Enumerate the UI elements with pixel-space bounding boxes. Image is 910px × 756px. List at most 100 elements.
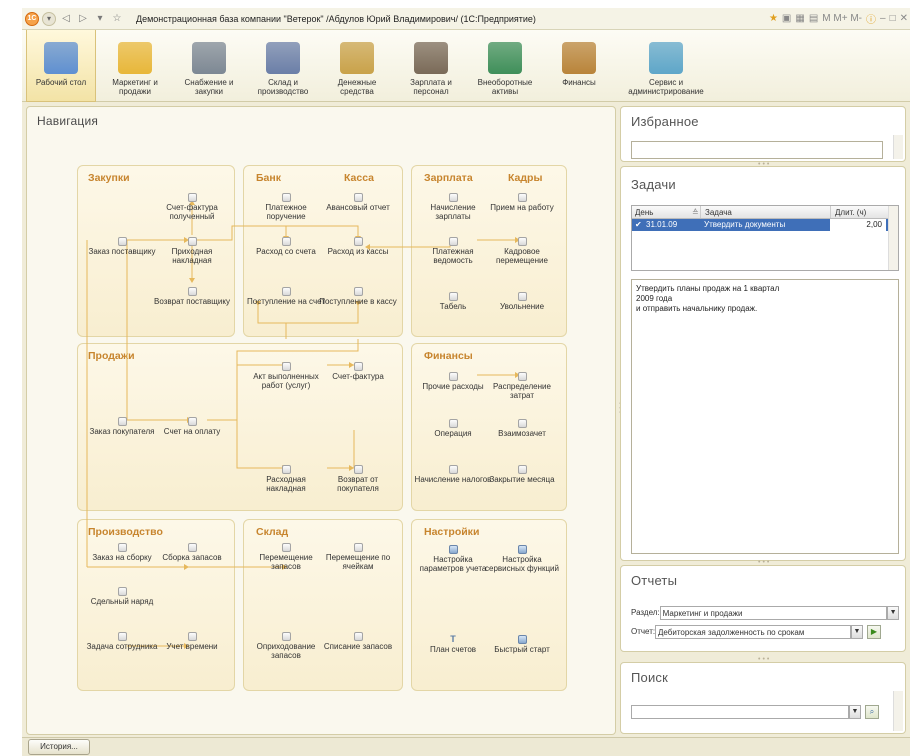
document-icon [448,419,458,428]
column-header-task[interactable]: Задача [700,206,830,218]
nav-item-month-close[interactable]: Закрытие месяца [482,465,562,485]
memory-buttons[interactable]: M M+ M- [822,13,862,24]
search-scrollbar[interactable] [893,691,903,731]
nav-item-other-expenses[interactable]: Прочие расходы [413,372,493,392]
nav-item-service-settings[interactable]: Настройка сервисных функций [482,545,562,573]
nav-item-piecework-order[interactable]: Сдельный наряд [82,587,162,607]
nav-item-bank-expense[interactable]: Расход со счета [246,237,326,257]
section-money[interactable]: Денежные средства [322,30,392,102]
run-report-icon[interactable]: ▶ [867,625,881,639]
chevron-down-icon[interactable]: ▾ [93,12,107,26]
nav-item-payment-order[interactable]: Платежное поручение [246,193,326,221]
search-icon[interactable]: ⌕ [865,705,879,719]
app-logo-icon[interactable]: 1С [25,11,39,26]
calendar-icon[interactable]: ▤ [809,13,818,24]
nav-item-transfer[interactable]: Кадровое перемещение [482,237,562,265]
section-service[interactable]: Сервис и администрирование [618,30,714,102]
title-bar-controls: ★ ▣ ▦ ▤ M M+ M- ⓘ – □ ✕ [769,11,908,26]
nav-item-chart-of-accounts[interactable]: T План счетов [413,635,493,655]
nav-item-cash-receipt[interactable]: Поступление в кассу [318,287,398,307]
nav-item-time-tracking[interactable]: Учет времени [152,632,232,652]
column-header-duration[interactable]: Длит. (ч) [830,206,886,218]
maximize-icon[interactable]: □ [890,13,896,24]
nav-item-label: Увольнение [499,302,545,311]
nav-item-netting[interactable]: Взаимозачет [482,419,562,439]
nav-item-supplier-order[interactable]: Заказ поставщику [82,237,162,257]
nav-item-label: Поступление в кассу [319,297,397,306]
nav-item-timesheet[interactable]: Табель [413,292,493,312]
nav-item-accounting-settings[interactable]: Настройка параметров учета [413,545,493,573]
minimize-icon[interactable]: – [880,13,886,24]
section-marketing[interactable]: Маркетинг и продажи [100,30,170,102]
nav-item-payroll-sheet[interactable]: Платежная ведомость [413,237,493,265]
report-select[interactable]: Дебиторская задолженность по срокам [655,625,851,639]
nav-item-cell-transfer[interactable]: Перемещение по ячейкам [318,543,398,571]
chevron-down-icon[interactable]: ▼ [849,705,861,719]
nav-item-customer-return[interactable]: Возврат от покупателя [318,465,398,493]
nav-item-tax-accrual[interactable]: Начисление налогов [413,465,493,485]
nav-item-stock-assembly[interactable]: Сборка запасов [152,543,232,563]
section-assets[interactable]: Внеоборотные активы [470,30,540,102]
nav-item-invoice-issued[interactable]: Счет-фактура [318,362,398,382]
copy-icon[interactable]: ▣ [782,13,791,24]
table-row[interactable]: ✔ 31.01.09 Утвердить документы 2,00 [632,219,898,231]
nav-item-stock-posting[interactable]: Оприходование запасов [246,632,326,660]
nav-item-payroll-accrual[interactable]: Начисление зарплаты [413,193,493,221]
section-desktop[interactable]: Рабочий стол [26,30,96,102]
nav-item-sales-invoice[interactable]: Расходная накладная [246,465,326,493]
history-button[interactable]: История... [28,739,90,755]
nav-item-stock-writeoff[interactable]: Списание запасов [318,632,398,652]
menu-icon[interactable]: ▾ [42,11,56,26]
section-supply[interactable]: Снабжение и закупки [174,30,244,102]
document-icon [281,237,291,246]
favorites-panel: Избранное [620,106,906,162]
back-icon[interactable]: ◁ [59,12,73,26]
chevron-down-icon[interactable]: ▼ [887,606,899,620]
nav-item-service-act[interactable]: Акт выполненных работ (услуг) [246,362,326,390]
nav-item-advance-report[interactable]: Авансовый отчет [318,193,398,213]
section-payroll[interactable]: Зарплата и персонал [396,30,466,102]
nav-item-supplier-return[interactable]: Возврат поставщику [152,287,232,307]
section-warehouse[interactable]: Склад и производство [248,30,318,102]
tasks-title: Задачи [631,177,676,192]
search-input[interactable] [631,705,849,719]
nav-item-bank-receipt[interactable]: Поступление на счет [246,287,326,307]
nav-item-customer-order[interactable]: Заказ покупателя [82,417,162,437]
nav-item-receipt-invoice[interactable]: Приходная накладная [152,237,232,265]
close-icon[interactable]: ✕ [900,13,908,24]
document-icon [281,193,291,202]
section-finance[interactable]: Финансы [544,30,614,102]
nav-item-cash-expense[interactable]: Расход из кассы [318,237,398,257]
nav-item-label: Сдельный наряд [90,597,154,606]
tasks-scrollbar[interactable] [888,206,898,270]
document-icon [517,372,527,381]
nav-item-dismissal[interactable]: Увольнение [482,292,562,312]
nav-item-operation[interactable]: Операция [413,419,493,439]
forward-icon[interactable]: ▷ [76,12,90,26]
report-section-select[interactable]: Маркетинг и продажи [659,606,888,620]
star-icon[interactable]: ☆ [110,12,124,26]
nav-item-quick-start[interactable]: Быстрый старт [482,635,562,655]
nav-item-label: Сборка запасов [162,553,222,562]
info-icon[interactable]: ⓘ [866,11,876,26]
task-name: Утвердить документы [704,220,786,229]
nav-item-payment-invoice[interactable]: Счет на оплату [152,417,232,437]
document-icon [117,417,127,426]
nav-item-label: Операция [434,429,472,438]
document-icon [448,237,458,246]
favorites-star-icon[interactable]: ★ [769,13,778,24]
nav-item-invoice-received[interactable]: Счет-фактура полученный [152,193,232,221]
calculator-icon[interactable]: ▦ [795,13,804,24]
favorites-scrollbar[interactable] [893,135,903,159]
reports-title: Отчеты [631,573,678,588]
nav-item-employee-task[interactable]: Задача сотрудника [82,632,162,652]
chevron-down-icon[interactable]: ▼ [851,625,863,639]
nav-item-assembly-order[interactable]: Заказ на сборку [82,543,162,563]
favorites-list[interactable] [631,141,883,159]
nav-item-cost-allocation[interactable]: Распределение затрат [482,372,562,400]
nav-item-stock-transfer[interactable]: Перемещение запасов [246,543,326,571]
group-title: Банк [256,172,281,184]
nav-item-hiring[interactable]: Прием на работу [482,193,562,213]
column-header-day[interactable]: День [632,206,692,218]
document-icon [187,417,197,426]
